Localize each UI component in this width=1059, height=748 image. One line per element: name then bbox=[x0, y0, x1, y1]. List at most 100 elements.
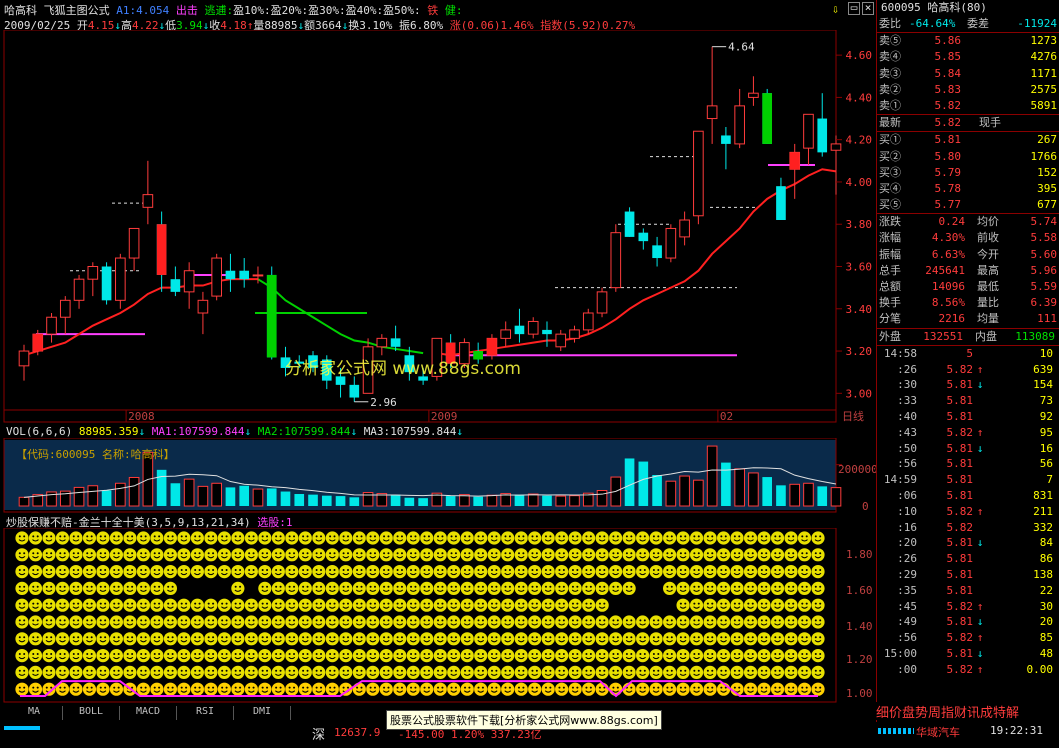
smiley-icon bbox=[15, 531, 29, 545]
smiley-eye bbox=[747, 552, 750, 555]
smiley-eye bbox=[50, 585, 53, 588]
smiley-eye bbox=[643, 569, 646, 571]
smiley-eye bbox=[144, 636, 147, 639]
chart-area[interactable]: 哈高科 飞狐主图公式 A1:4.054 出击 逃逋:盈10%:盈20%:盈30%… bbox=[0, 0, 878, 748]
smiley-eye bbox=[198, 602, 201, 605]
smiley-face bbox=[15, 548, 29, 562]
smiley-eye bbox=[684, 602, 687, 605]
ask-qty: 5891 bbox=[1030, 98, 1058, 112]
smiley-icon bbox=[217, 548, 231, 562]
smiley-face bbox=[797, 548, 812, 562]
tab-dmi[interactable]: DMI bbox=[234, 706, 291, 720]
smiley-face bbox=[82, 598, 97, 612]
smiley-icon bbox=[15, 598, 29, 612]
candle-body bbox=[776, 186, 786, 220]
signal-candle bbox=[487, 338, 497, 356]
tick-qty: 22 bbox=[1039, 583, 1053, 597]
smiley-eye bbox=[814, 653, 817, 655]
tick-list[interactable]: 14:58 5 10:26 5.82 ↑ 639:30 5.81 ↓ 154:33 5.81 73:… bbox=[877, 346, 1059, 678]
tab-rsi[interactable]: RSI bbox=[177, 706, 234, 720]
smiley-eye bbox=[589, 653, 592, 655]
candle-body bbox=[87, 266, 99, 280]
restore-window-icon[interactable]: ▭ bbox=[848, 2, 860, 15]
smiley-icon bbox=[204, 531, 218, 545]
tick-time: :20 bbox=[897, 536, 917, 550]
quote-bottom-tabs[interactable]: 细价盘势周指财讯成特解 bbox=[876, 702, 1059, 720]
smiley-face bbox=[136, 649, 151, 663]
smiley-eye bbox=[801, 585, 804, 588]
download-arrow-icon[interactable]: ⇩ bbox=[832, 2, 839, 16]
smiley-eye bbox=[454, 552, 457, 555]
smiley-face bbox=[528, 598, 542, 612]
smiley-icon bbox=[528, 649, 542, 663]
smiley-icon bbox=[689, 548, 704, 562]
smiley-eye bbox=[751, 669, 754, 672]
smiley-icon bbox=[649, 682, 663, 696]
smiley-eye bbox=[454, 686, 457, 689]
smiley-icon bbox=[582, 682, 596, 696]
tab-ma[interactable]: MA bbox=[6, 706, 63, 720]
smiley-face bbox=[730, 548, 744, 562]
smiley-face bbox=[244, 615, 258, 629]
smiley-eye bbox=[616, 569, 619, 571]
smiley-eye bbox=[329, 653, 332, 655]
smiley-face bbox=[96, 665, 110, 679]
smiley-icon bbox=[352, 531, 366, 545]
smiley-eye bbox=[23, 585, 26, 588]
smiley-icon bbox=[352, 615, 366, 629]
indicator-tabs: MA BOLL MACD RSI DMI bbox=[6, 706, 291, 720]
tab-boll[interactable]: BOLL bbox=[63, 706, 120, 720]
smiley-eye bbox=[643, 669, 646, 672]
close-window-icon[interactable]: × bbox=[862, 2, 874, 15]
smiley-icon bbox=[528, 615, 542, 629]
candle bbox=[624, 207, 635, 237]
smiley-eye bbox=[248, 669, 251, 672]
smiley-icon bbox=[28, 548, 43, 562]
smiley-icon bbox=[217, 649, 231, 663]
smiley-face bbox=[15, 598, 29, 612]
smiley-eye bbox=[801, 636, 804, 639]
smiley-icon bbox=[784, 615, 798, 629]
candle bbox=[514, 308, 525, 343]
smiley-face bbox=[123, 649, 137, 663]
volume-bar bbox=[514, 494, 525, 506]
smiley-face bbox=[28, 598, 43, 612]
outer-inner-row: 外盘 132551 内盘 113089 bbox=[877, 327, 1059, 346]
smiley-eye bbox=[531, 686, 534, 689]
smiley-eye bbox=[113, 619, 116, 622]
smiley-face bbox=[447, 682, 461, 696]
smiley-face bbox=[636, 649, 650, 663]
vol-ma1-label: MA1: bbox=[151, 425, 179, 438]
smiley-eye bbox=[450, 653, 453, 655]
smiley-face bbox=[352, 548, 366, 562]
tick-row: :00 5.82 ↑ 0.00 bbox=[877, 662, 1059, 678]
tab-macd[interactable]: MACD bbox=[120, 706, 177, 720]
smiley-eye bbox=[77, 585, 80, 588]
smiley-face bbox=[730, 565, 744, 579]
smiley-face bbox=[366, 548, 380, 562]
smiley-eye bbox=[792, 636, 795, 639]
stat-value: 5.74 bbox=[1030, 215, 1058, 229]
smiley-eye bbox=[491, 569, 494, 571]
smiley-eye bbox=[239, 535, 242, 538]
smiley-eye bbox=[306, 569, 309, 571]
smiley-icon bbox=[730, 632, 744, 646]
clock: 19:22:31 bbox=[990, 724, 1043, 737]
indicator-chart[interactable] bbox=[0, 528, 876, 704]
smiley-eye bbox=[288, 686, 291, 689]
bid-label: 买② bbox=[879, 149, 901, 163]
smiley-icon bbox=[217, 531, 231, 545]
smiley-icon bbox=[379, 598, 393, 612]
smiley-face bbox=[379, 565, 393, 579]
smiley-face bbox=[109, 581, 124, 595]
smiley-face bbox=[447, 665, 461, 679]
smiley-face bbox=[109, 615, 124, 629]
candle-body bbox=[376, 337, 388, 348]
smiley-face bbox=[770, 632, 785, 646]
smiley-icon bbox=[28, 682, 43, 696]
smiley-eye bbox=[589, 535, 592, 538]
smiley-face bbox=[514, 598, 528, 612]
smiley-face bbox=[689, 565, 704, 579]
smiley-icon bbox=[784, 531, 798, 545]
smiley-icon bbox=[163, 632, 178, 646]
